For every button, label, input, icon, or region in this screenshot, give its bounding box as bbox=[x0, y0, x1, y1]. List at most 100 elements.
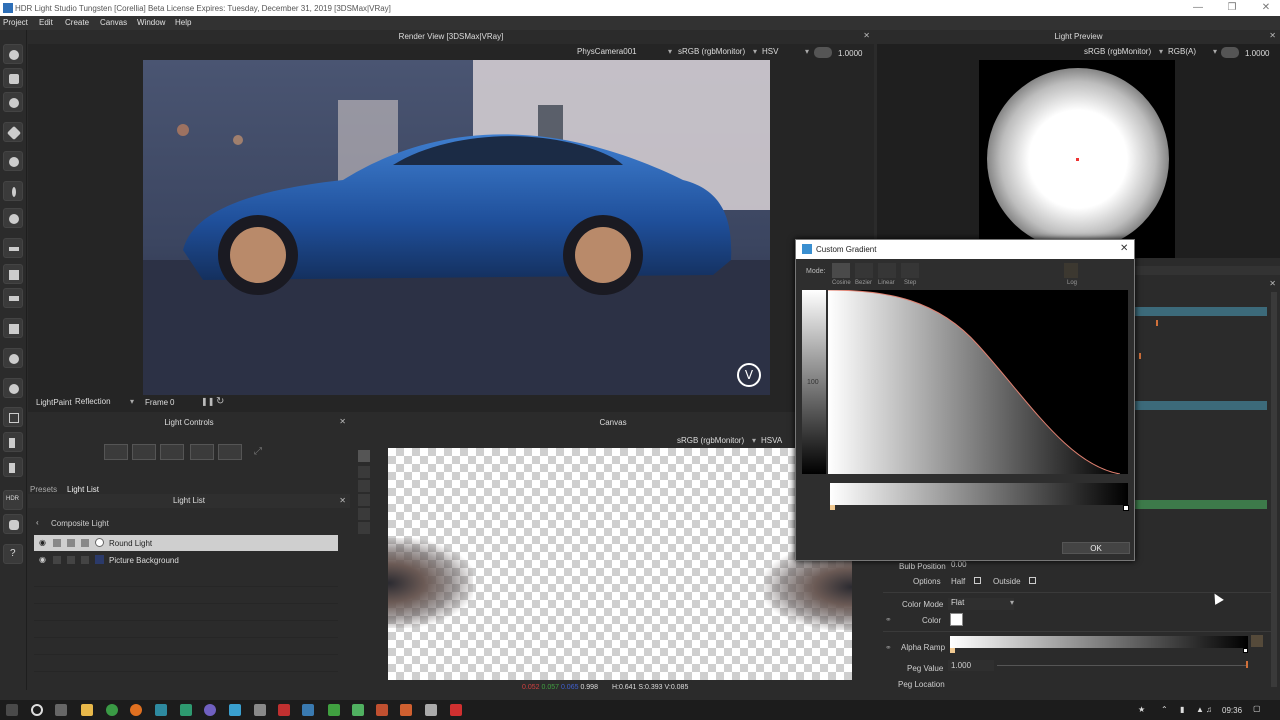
sun-icon[interactable] bbox=[3, 151, 23, 171]
frame-icon[interactable] bbox=[3, 407, 23, 427]
log-toggle-icon[interactable] bbox=[1064, 263, 1078, 278]
fit-icon[interactable] bbox=[358, 522, 370, 534]
menu-project[interactable]: Project bbox=[3, 18, 28, 27]
app-icon[interactable] bbox=[450, 704, 462, 716]
preview-exposure-value[interactable]: 1.0000 bbox=[1245, 49, 1269, 58]
dialog-close-icon[interactable]: ✕ bbox=[1120, 243, 1128, 254]
file-explorer-icon[interactable] bbox=[81, 704, 93, 716]
soft-light-icon[interactable] bbox=[3, 92, 23, 112]
tab-light-list[interactable]: Light List bbox=[67, 485, 99, 494]
resize-icon[interactable]: ⤢ bbox=[254, 446, 262, 457]
app-icon[interactable] bbox=[328, 704, 340, 716]
edit-gradient-icon[interactable] bbox=[1251, 635, 1263, 647]
restore-icon[interactable]: ❐ bbox=[1222, 2, 1242, 13]
solo-icon[interactable] bbox=[53, 539, 61, 547]
remove-icon[interactable] bbox=[3, 378, 23, 398]
render-colorspace-dropdown[interactable]: sRGB (rgbMonitor) ▾ bbox=[675, 47, 757, 59]
app-icon[interactable] bbox=[229, 704, 241, 716]
lock-icon[interactable] bbox=[67, 556, 75, 564]
move-icon[interactable] bbox=[160, 444, 184, 460]
render-mode-dropdown[interactable]: HSV ▾ bbox=[759, 47, 809, 59]
zoom-icon[interactable] bbox=[358, 494, 370, 506]
color-swatch[interactable] bbox=[950, 613, 963, 626]
close-icon[interactable]: ✕ bbox=[1256, 2, 1276, 13]
vray-taskbar-icon[interactable] bbox=[278, 704, 290, 716]
light-center-marker[interactable] bbox=[1076, 158, 1079, 161]
round-light-icon[interactable] bbox=[3, 44, 23, 64]
outside-checkbox[interactable] bbox=[1029, 577, 1036, 584]
linear-mode-icon[interactable] bbox=[878, 263, 896, 278]
battery-icon[interactable]: ▮ bbox=[1180, 705, 1184, 714]
close-light-preview-icon[interactable]: ✕ bbox=[1269, 30, 1276, 42]
link-icon[interactable]: ⚭ bbox=[885, 615, 892, 624]
flag-icon[interactable] bbox=[81, 556, 89, 564]
half-checkbox[interactable] bbox=[974, 577, 981, 584]
slider-marker[interactable] bbox=[1156, 320, 1158, 326]
exposure-icon[interactable] bbox=[814, 47, 832, 58]
cosine-mode-icon[interactable] bbox=[832, 263, 850, 278]
peg-slider-track[interactable] bbox=[997, 665, 1247, 666]
property-slider-1[interactable] bbox=[1135, 307, 1267, 316]
light-preview-image[interactable] bbox=[979, 60, 1175, 258]
menu-create[interactable]: Create bbox=[65, 18, 89, 27]
lightpaint-mode-dropdown[interactable]: Reflection ▾ bbox=[72, 397, 134, 409]
close-light-list-icon[interactable]: ✕ bbox=[339, 495, 346, 507]
gradient-peg[interactable] bbox=[1243, 648, 1248, 653]
frame-icon[interactable] bbox=[358, 508, 370, 520]
menu-edit[interactable]: Edit bbox=[39, 18, 53, 27]
slider-marker[interactable] bbox=[1139, 353, 1141, 359]
gradient-preview-bar[interactable] bbox=[830, 483, 1128, 505]
menu-canvas[interactable]: Canvas bbox=[100, 18, 127, 27]
chevron-up-icon[interactable]: ⌃ bbox=[1161, 705, 1168, 714]
canvas-colorspace-dropdown[interactable]: sRGB (rgbMonitor) ▾ bbox=[674, 436, 756, 448]
ok-button[interactable]: OK bbox=[1062, 542, 1130, 554]
app-icon[interactable] bbox=[400, 704, 412, 716]
preview-mode-dropdown[interactable]: RGB(A) ▾ bbox=[1165, 47, 1217, 59]
atom-icon[interactable] bbox=[3, 348, 23, 368]
app-icon[interactable] bbox=[376, 704, 388, 716]
volume-icon[interactable]: ♫ bbox=[1206, 705, 1212, 714]
search-icon[interactable] bbox=[31, 704, 43, 716]
list-item[interactable]: ◉ Picture Background bbox=[34, 552, 338, 568]
lock-icon[interactable] bbox=[67, 539, 75, 547]
rect-light-icon[interactable] bbox=[3, 68, 23, 88]
back-icon[interactable]: ‹ bbox=[36, 518, 39, 527]
gradient-curve-area[interactable] bbox=[827, 289, 1128, 475]
notification-icon[interactable]: ▢ bbox=[1253, 704, 1261, 713]
canvas-image[interactable] bbox=[388, 448, 852, 680]
properties-scrollbar[interactable] bbox=[1271, 292, 1277, 687]
list-item[interactable]: ◉ Round Light bbox=[34, 535, 338, 551]
rotate-icon[interactable] bbox=[190, 444, 214, 460]
app-icon[interactable] bbox=[425, 704, 437, 716]
spot-icon[interactable] bbox=[3, 208, 23, 228]
cut-icon[interactable] bbox=[3, 432, 23, 452]
tab-presets[interactable]: Presets bbox=[30, 485, 57, 494]
frame-input[interactable]: 0 bbox=[170, 398, 174, 407]
hdr-icon[interactable]: HDR bbox=[3, 490, 23, 510]
step-mode-icon[interactable] bbox=[901, 263, 919, 278]
flag-icon[interactable] bbox=[3, 457, 23, 477]
alpha-ramp-gradient[interactable] bbox=[950, 636, 1248, 648]
network-icon[interactable]: ▲ bbox=[1196, 705, 1204, 714]
strip-light-icon[interactable] bbox=[3, 238, 23, 258]
visibility-icon[interactable]: ◉ bbox=[39, 555, 46, 564]
color-mode-dropdown[interactable]: Flat ▾ bbox=[948, 598, 1014, 610]
scale-icon[interactable] bbox=[104, 444, 128, 460]
camera-dropdown[interactable]: PhysCamera001 ▾ bbox=[574, 47, 672, 59]
crosshair-icon[interactable] bbox=[358, 450, 370, 462]
windows-start-icon[interactable] bbox=[6, 704, 18, 716]
app-icon[interactable] bbox=[155, 704, 167, 716]
close-light-controls-icon[interactable]: ✕ bbox=[339, 416, 346, 428]
firefox-icon[interactable] bbox=[130, 704, 142, 716]
close-render-view-icon[interactable]: ✕ bbox=[863, 30, 870, 42]
target-icon[interactable] bbox=[218, 444, 242, 460]
solo-icon[interactable] bbox=[53, 556, 61, 564]
app-icon[interactable] bbox=[204, 704, 216, 716]
app-icon[interactable] bbox=[254, 704, 266, 716]
panel-icon[interactable] bbox=[3, 288, 23, 308]
people-icon[interactable]: ★ bbox=[1138, 705, 1145, 714]
brush-icon[interactable] bbox=[3, 181, 23, 201]
gradient-peg[interactable] bbox=[950, 648, 955, 653]
minimize-icon[interactable]: — bbox=[1188, 2, 1208, 13]
hand-icon[interactable] bbox=[358, 480, 370, 492]
